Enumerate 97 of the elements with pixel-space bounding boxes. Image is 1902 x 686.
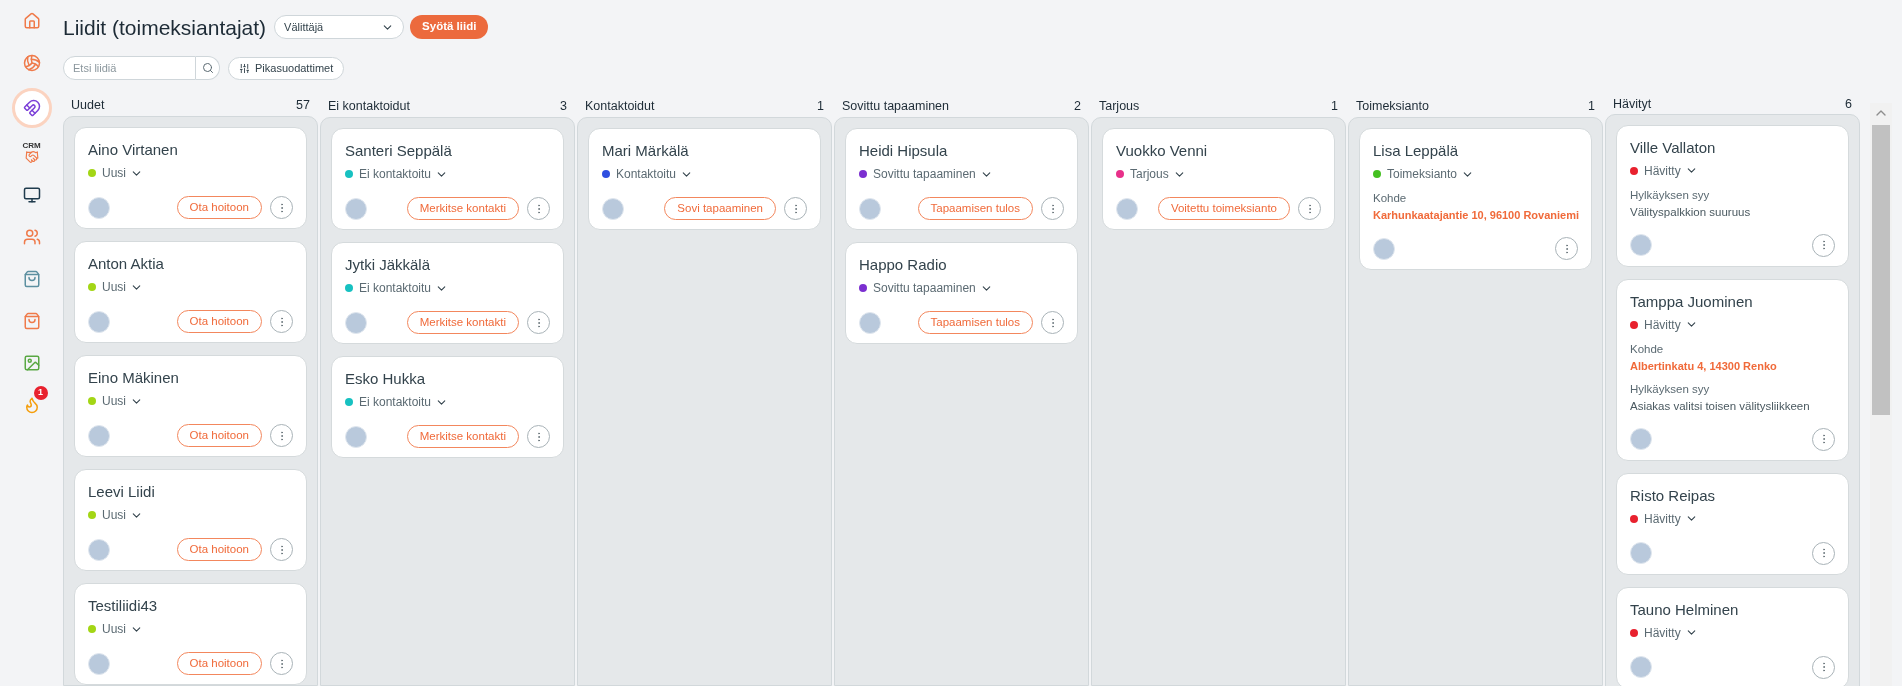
lead-name[interactable]: Happo Radio xyxy=(859,255,1064,275)
sidebar-item[interactable]: 1 xyxy=(13,388,50,422)
notification-badge: 1 xyxy=(33,386,48,400)
column-title: Tarjous xyxy=(1099,97,1140,115)
lead-name[interactable]: Tamppa Juominen xyxy=(1630,291,1835,312)
avatar-photo-placeholder xyxy=(88,652,110,675)
lead-name[interactable]: Anton Aktia xyxy=(88,254,293,274)
column-title: Ei kontaktoidut xyxy=(328,97,410,115)
column-count: 1 xyxy=(1588,97,1595,115)
ball-icon xyxy=(22,54,41,72)
magnet-icon xyxy=(22,99,41,117)
lead-name[interactable]: Lisa Leppälä xyxy=(1373,141,1578,161)
lead-name[interactable]: Santeri Seppälä xyxy=(345,141,550,161)
sidebar-item[interactable] xyxy=(11,88,52,128)
quick-filters-button[interactable]: Pikasuodattimet xyxy=(228,56,345,80)
avatar-photo-placeholder xyxy=(1630,656,1652,679)
crm-label: CRM xyxy=(22,142,41,150)
field-value: Asiakas valitsi toisen välitysliikkeen xyxy=(1630,398,1811,414)
status-dropdown[interactable]: Uusi xyxy=(102,620,143,638)
avatar-photo-placeholder xyxy=(859,311,881,334)
avatar-photo-placeholder xyxy=(345,425,367,448)
status-dropdown[interactable]: Ei kontaktoitu xyxy=(359,393,449,411)
lead-name[interactable]: Heidi Hipsula xyxy=(859,141,1064,161)
column-count: 1 xyxy=(1331,97,1338,115)
avatar-photo-placeholder xyxy=(88,424,110,447)
page-title: Liidit (toimeksiantajat) xyxy=(63,16,267,38)
lead-name[interactable]: Vuokko Venni xyxy=(1116,141,1321,161)
column-title: Toimeksianto xyxy=(1356,97,1429,115)
column-count: 2 xyxy=(1074,97,1081,115)
status-dropdown[interactable]: Sovittu tapaaminen xyxy=(873,165,993,183)
status-dropdown[interactable]: Toimeksianto xyxy=(1387,165,1475,183)
status-dropdown[interactable]: Hävitty xyxy=(1644,623,1698,642)
status-dropdown[interactable]: Hävitty xyxy=(1644,509,1698,528)
status-dropdown[interactable]: Ei kontaktoitu xyxy=(359,165,449,183)
shopping-bag-icon xyxy=(22,312,41,330)
status-dropdown[interactable]: Ei kontaktoitu xyxy=(359,279,449,297)
status-dropdown[interactable]: Uusi xyxy=(102,278,143,296)
handshake-icon xyxy=(24,150,39,164)
lead-name[interactable]: Ville Vallaton xyxy=(1630,137,1835,158)
avatar-photo-placeholder xyxy=(1630,542,1652,565)
sidebar-item[interactable]: CRM xyxy=(13,136,50,170)
field-label: Hylkäyksen syy xyxy=(1630,381,1711,397)
field-label: Kohde xyxy=(1630,341,1665,357)
status-dropdown[interactable]: Kontaktoitu xyxy=(616,165,694,183)
monitor-icon xyxy=(22,186,41,204)
people-icon xyxy=(22,228,41,246)
avatar-photo-placeholder xyxy=(345,311,367,334)
avatar-photo-placeholder xyxy=(88,310,110,333)
lead-name[interactable]: Tauno Helminen xyxy=(1630,599,1835,620)
add-lead-button[interactable]: Syötä liidi xyxy=(410,15,489,39)
avatar-photo-placeholder xyxy=(1116,197,1138,220)
avatar-photo-placeholder xyxy=(88,538,110,561)
search-field[interactable]: Etsi liidiä xyxy=(63,56,196,80)
status-dropdown[interactable]: Hävitty xyxy=(1644,161,1698,180)
status-dropdown[interactable]: Sovittu tapaaminen xyxy=(873,279,993,297)
status-dropdown[interactable]: Uusi xyxy=(102,506,143,524)
avatar-photo-placeholder xyxy=(1630,428,1652,451)
lead-name[interactable]: Risto Reipas xyxy=(1630,485,1835,506)
lead-name[interactable]: Jytki Jäkkälä xyxy=(345,255,550,275)
column-title: Hävityt xyxy=(1613,96,1652,113)
column-title: Sovittu tapaaminen xyxy=(842,97,949,115)
field-value: Välityspalkkion suuruus xyxy=(1630,204,1752,220)
dealer-select[interactable]: Välittäjä xyxy=(274,15,405,39)
image-icon xyxy=(22,354,41,372)
address-link[interactable]: Albertinkatu 4, 14300 Renko xyxy=(1630,357,1835,374)
bag-icon xyxy=(22,270,41,288)
field-label: Hylkäyksen syy xyxy=(1630,187,1711,203)
avatar-photo-placeholder xyxy=(1373,237,1395,260)
avatar-photo-placeholder xyxy=(88,196,110,219)
scroll-thumb[interactable] xyxy=(1872,125,1890,415)
column-title: Kontaktoidut xyxy=(585,97,655,115)
lead-name[interactable]: Esko Hukka xyxy=(345,369,550,389)
home-icon xyxy=(22,12,41,30)
status-dropdown[interactable]: Uusi xyxy=(102,392,143,410)
avatar-photo-placeholder xyxy=(1630,234,1652,257)
column-count: 57 xyxy=(296,97,310,115)
avatar-photo-placeholder xyxy=(602,197,624,220)
lead-name[interactable]: Mari Märkälä xyxy=(602,141,807,161)
lead-name[interactable]: Aino Virtanen xyxy=(88,140,293,160)
lead-name[interactable]: Eino Mäkinen xyxy=(88,368,293,388)
search-icon xyxy=(201,62,214,74)
status-dropdown[interactable]: Uusi xyxy=(102,164,143,182)
avatar-photo-placeholder xyxy=(345,197,367,220)
address-link[interactable]: Karhunkaatajantie 10, 96100 Rovaniemi xyxy=(1373,207,1578,223)
lead-name[interactable]: Testiliidi43 xyxy=(88,596,293,616)
search-button[interactable] xyxy=(196,56,220,80)
lead-name[interactable]: Leevi Liidi xyxy=(88,482,293,502)
avatar-photo-placeholder xyxy=(859,197,881,220)
column-count: 6 xyxy=(1845,96,1852,113)
column-count: 1 xyxy=(817,97,824,115)
scrollbar[interactable] xyxy=(1870,103,1892,686)
field-label: Kohde xyxy=(1373,191,1408,206)
column-title: Uudet xyxy=(71,97,105,115)
column-count: 3 xyxy=(560,97,567,115)
status-dropdown[interactable]: Hävitty xyxy=(1644,315,1698,334)
status-dropdown[interactable]: Tarjous xyxy=(1130,165,1186,183)
sliders-icon xyxy=(239,62,250,74)
